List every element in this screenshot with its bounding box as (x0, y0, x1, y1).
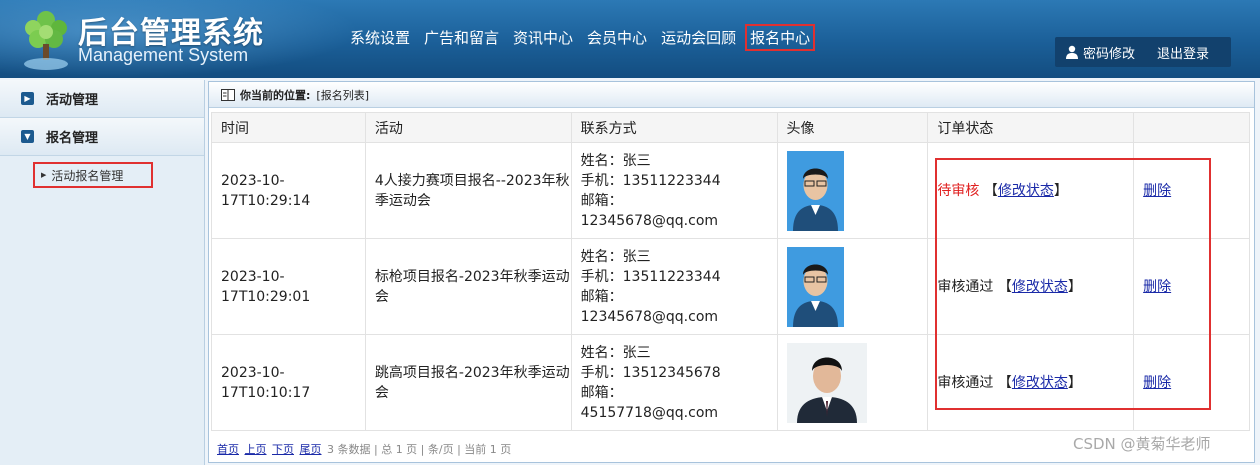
sidebar-menu-registration[interactable]: ▼ 报名管理 (0, 118, 204, 156)
cell-status: 待审核 【修改状态】 (927, 142, 1135, 239)
sidebar-menu-label: 活动管理 (46, 93, 99, 108)
pager-first[interactable]: 首页 (217, 443, 239, 456)
column-header-time: 时间 (211, 112, 366, 143)
breadcrumb: 你当前的位置: [报名列表] (209, 82, 1254, 108)
nav-member-center[interactable]: 会员中心 (580, 24, 654, 51)
cell-actions: 删除 (1133, 142, 1250, 239)
contact-email-label: 邮箱： (580, 288, 623, 305)
contact-email: 45157718@qq.com (580, 404, 719, 421)
user-icon (1066, 45, 1078, 59)
column-header-contact: 联系方式 (570, 112, 778, 143)
nav-news-center[interactable]: 资讯中心 (506, 24, 580, 51)
contact-phone: 手机：13511223344 (580, 172, 721, 189)
delete-link[interactable]: 删除 (1143, 183, 1171, 199)
sidebar-menu-activity[interactable]: ▶ 活动管理 (0, 80, 204, 118)
bracket-close: 】 (1067, 374, 1082, 391)
contact-phone: 手机：13511223344 (580, 268, 721, 285)
status-text: 审核通过 (937, 278, 994, 295)
location-value: [报名列表] (316, 88, 369, 102)
book-icon (221, 88, 235, 101)
contact-name: 姓名：张三 (580, 248, 651, 265)
top-nav: 系统设置 广告和留言 资讯中心 会员中心 运动会回顾 报名中心 (343, 24, 816, 51)
cell-status: 审核通过 【修改状态】 (927, 334, 1135, 431)
table-row: 2023-10-17T10:29:14 4人接力赛项目报名--2023年秋季运动… (211, 142, 1250, 239)
nav-registration-center[interactable]: 报名中心 (745, 24, 816, 51)
cell-contact: 姓名：张三 手机：13512345678 邮箱： 45157718@qq.com (570, 334, 778, 431)
bracket-close: 】 (1053, 182, 1068, 199)
avatar (786, 342, 867, 423)
bracket-open: 【 (983, 182, 998, 199)
logout-button[interactable]: 退出登录 (1157, 43, 1209, 62)
bullet-arrow-icon: ▶ (41, 171, 47, 179)
table-row: 2023-10-17T10:29:01 标枪项目报名-2023年秋季运动会 姓名… (211, 238, 1250, 335)
cell-avatar (776, 142, 929, 239)
cell-actions: 删除 (1133, 238, 1250, 335)
cell-status: 审核通过 【修改状态】 (927, 238, 1135, 335)
bracket-open: 【 (997, 374, 1012, 391)
table-row: 2023-10-17T10:10:17 跳高项目报名-2023年秋季运动会 姓名… (211, 334, 1250, 431)
bracket-open: 【 (997, 278, 1012, 295)
pager-next[interactable]: 下页 (272, 443, 294, 456)
column-header-activity: 活动 (364, 112, 572, 143)
cell-time: 2023-10-17T10:29:14 (211, 142, 366, 239)
collapsed-arrow-icon: ▶ (21, 92, 34, 105)
nav-sports-review[interactable]: 运动会回顾 (654, 24, 743, 51)
cell-time: 2023-10-17T10:29:01 (211, 238, 366, 335)
cell-actions: 删除 (1133, 334, 1250, 431)
nav-ads-messages[interactable]: 广告和留言 (417, 24, 506, 51)
pager-prev[interactable]: 上页 (245, 443, 267, 456)
avatar (786, 150, 844, 231)
contact-email: 12345678@qq.com (580, 212, 719, 229)
cell-avatar (776, 334, 929, 431)
cell-activity: 跳高项目报名-2023年秋季运动会 (364, 334, 572, 431)
table-header-row: 时间 活动 联系方式 头像 订单状态 (211, 112, 1250, 143)
contact-name: 姓名：张三 (580, 344, 651, 361)
contact-phone: 手机：13512345678 (580, 364, 721, 381)
cell-time: 2023-10-17T10:10:17 (211, 334, 366, 431)
sidebar-menu-label: 报名管理 (46, 131, 99, 146)
sidebar: ▶ 活动管理 ▼ 报名管理 ▶ 活动报名管理 (0, 80, 205, 465)
delete-link[interactable]: 删除 (1143, 375, 1171, 391)
contact-email: 12345678@qq.com (580, 308, 719, 325)
column-header-status: 订单状态 (927, 112, 1135, 143)
nav-system-settings[interactable]: 系统设置 (343, 24, 417, 51)
expanded-arrow-icon: ▼ (21, 130, 34, 143)
change-password-button[interactable]: 密码修改 (1065, 43, 1135, 62)
contact-email-label: 邮箱： (580, 384, 623, 401)
main-panel: 你当前的位置: [报名列表] 时间 活动 联系方式 头像 订单状态 2023-1… (208, 81, 1255, 463)
contact-email-label: 邮箱： (580, 192, 623, 209)
change-password-label: 密码修改 (1083, 46, 1136, 62)
location-label: 你当前的位置: (240, 88, 311, 102)
user-box: 密码修改 退出登录 (1055, 37, 1231, 67)
modify-status-link[interactable]: 修改状态 (1012, 375, 1068, 391)
app-subtitle: Management System (78, 45, 249, 65)
pager-last[interactable]: 尾页 (300, 443, 322, 456)
sidebar-item-label: 活动报名管理 (51, 168, 124, 183)
modify-status-link[interactable]: 修改状态 (998, 183, 1054, 199)
contact-name: 姓名：张三 (580, 152, 651, 169)
delete-link[interactable]: 删除 (1143, 279, 1171, 295)
column-header-avatar: 头像 (776, 112, 929, 143)
pager-summary: 3 条数据 | 总 1 页 | 条/页 | 当前 1 页 (327, 443, 512, 456)
registration-table: 时间 活动 联系方式 头像 订单状态 2023-10-17T10:29:14 4… (211, 112, 1250, 431)
top-header: 后台管理系统 Management System 系统设置 广告和留言 资讯中心… (0, 0, 1260, 78)
pagination: 首页 上页 下页 尾页 3 条数据 | 总 1 页 | 条/页 | 当前 1 页 (217, 441, 511, 457)
watermark: CSDN @黄菊华老师 (1073, 435, 1211, 453)
cell-avatar (776, 238, 929, 335)
column-header-actions (1133, 112, 1250, 143)
avatar (786, 246, 844, 327)
cell-activity: 标枪项目报名-2023年秋季运动会 (364, 238, 572, 335)
bracket-close: 】 (1067, 278, 1082, 295)
status-text: 审核通过 (937, 374, 994, 391)
status-text: 待审核 (937, 182, 980, 199)
modify-status-link[interactable]: 修改状态 (1012, 279, 1068, 295)
cell-contact: 姓名：张三 手机：13511223344 邮箱： 12345678@qq.com (570, 142, 778, 239)
logo-tree-icon (24, 11, 68, 70)
cell-activity: 4人接力赛项目报名--2023年秋季运动会 (364, 142, 572, 239)
sidebar-item-activity-registration[interactable]: ▶ 活动报名管理 (33, 162, 153, 188)
cell-contact: 姓名：张三 手机：13511223344 邮箱： 12345678@qq.com (570, 238, 778, 335)
